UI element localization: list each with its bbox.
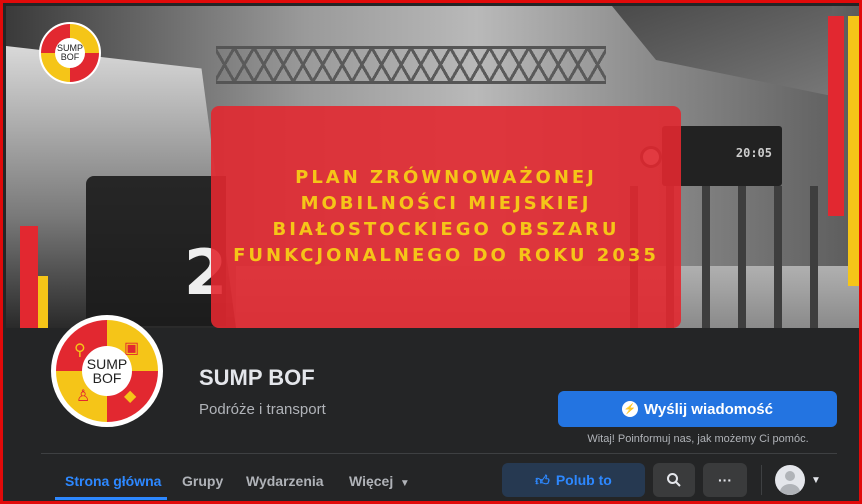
search-icon [667, 473, 681, 487]
cover-title-box: PLAN ZRÓWNOWAŻONEJ MOBILNOŚCI MIEJSKIEJ … [211, 106, 681, 328]
send-message-button[interactable]: ⚡ Wyślij wiadomość [558, 391, 837, 427]
logo-center: SUMP BOF [82, 346, 132, 396]
red-accent-right [828, 16, 844, 216]
page-frame: 2 20:05 PLAN ZRÓWNOWAŻONEJ MOBILNOŚCI MI… [0, 0, 862, 504]
logo-text-line2: BOF [60, 52, 80, 62]
station-roof [612, 6, 832, 96]
profile-picture[interactable]: ⚲ ▣ ♙ ◆ SUMP BOF [51, 315, 163, 427]
cover-title: PLAN ZRÓWNOWAŻONEJ MOBILNOŚCI MIEJSKIEJ … [233, 167, 659, 266]
send-message-label: Wyślij wiadomość [644, 400, 773, 418]
active-tab-indicator [55, 497, 167, 500]
logo-center: SUMP BOF [55, 38, 85, 68]
cover-logo: SUMP BOF [39, 22, 101, 84]
tab-events[interactable]: Wydarzenia [246, 473, 324, 489]
page-title: SUMP BOF [199, 365, 315, 390]
overhead-truss [216, 46, 606, 84]
logo-text-line1: SUMP [86, 356, 128, 372]
search-button[interactable] [653, 463, 695, 497]
cover-photo[interactable]: 2 20:05 PLAN ZRÓWNOWAŻONEJ MOBILNOŚCI MI… [6, 6, 859, 328]
bicycle-icon: ⚲ [74, 342, 86, 359]
yellow-accent-left [38, 276, 48, 328]
tab-groups[interactable]: Grupy [182, 473, 223, 489]
message-hint: Witaj! Poinformuj nas, jak możemy Ci pom… [587, 433, 809, 445]
caret-down-icon: ▼ [397, 478, 410, 489]
car-icon: ◆ [124, 388, 137, 405]
caret-down-icon: ▼ [811, 474, 821, 486]
divider [41, 453, 837, 454]
thumbs-up-icon: 👍︎ [535, 471, 550, 488]
like-button[interactable]: 👍︎ Polub to [502, 463, 645, 497]
board-time: 20:05 [735, 146, 772, 160]
page-category[interactable]: Podróże i transport [199, 401, 326, 418]
avatar [775, 465, 805, 495]
tab-home[interactable]: Strona główna [65, 473, 161, 489]
walking-icon: ♙ [76, 388, 91, 405]
yellow-accent-right [848, 16, 859, 286]
tab-more[interactable]: Więcej ▼ [349, 473, 410, 489]
button-separator [761, 465, 762, 495]
red-accent-left [20, 226, 38, 328]
messenger-icon: ⚡ [622, 401, 639, 417]
like-button-label: Polub to [555, 472, 612, 488]
logo-text-line2: BOF [92, 370, 122, 386]
account-switcher[interactable]: ▼ [775, 464, 835, 496]
tab-more-label: Więcej [349, 473, 394, 489]
more-options-button[interactable]: ··· [703, 463, 747, 497]
